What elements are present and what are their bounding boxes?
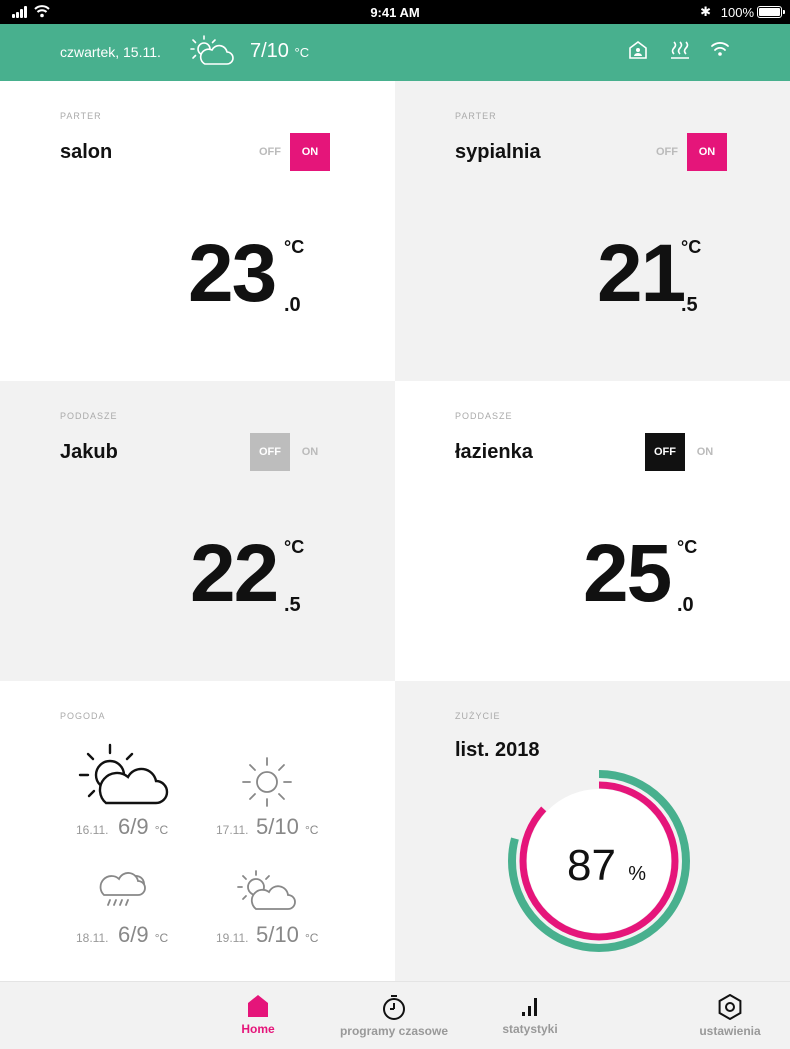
partly-cloudy-icon <box>237 870 296 910</box>
bottom-navigation: Home programy czasowe statystyki ustawie… <box>0 981 790 1049</box>
power-toggle[interactable]: OFF ON <box>250 133 330 171</box>
off-option[interactable]: OFF <box>250 133 290 171</box>
wifi-icon[interactable] <box>710 40 730 58</box>
app-header: czwartek, 15.11. 7/10 °C <box>0 24 790 81</box>
header-temperature: 7/10 °C <box>250 40 310 62</box>
sun-icon <box>242 757 292 807</box>
off-option[interactable]: OFF <box>645 433 685 471</box>
temperature-reading: 22 °C .5 <box>190 528 305 619</box>
on-option[interactable]: ON <box>685 433 725 471</box>
forecast-day: 16.11. 6/9 °C <box>76 814 169 839</box>
floor-label: PODDASZE <box>60 411 118 421</box>
header-date: czwartek, 15.11. <box>60 44 161 60</box>
floor-label: PODDASZE <box>455 411 513 421</box>
rain-cloud-icon <box>99 872 146 906</box>
on-option[interactable]: ON <box>290 133 330 171</box>
partly-cloudy-icon <box>190 35 234 65</box>
floor-label: PARTER <box>455 111 497 121</box>
room-tile-jakub[interactable]: PODDASZE Jakub OFF ON 22 °C .5 <box>0 381 395 681</box>
temperature-reading: 25 °C .0 <box>583 528 698 619</box>
room-name: łazienka <box>455 441 533 463</box>
nav-settings-label: ustawienia <box>699 1024 761 1038</box>
nav-stats[interactable]: statystyki <box>490 982 570 1049</box>
temperature-reading: 23 °C .0 <box>188 228 305 319</box>
power-toggle[interactable]: OFF ON <box>250 433 330 471</box>
room-name: Jakub <box>60 441 118 463</box>
room-tile-sypialnia[interactable]: PARTER sypialnia OFF ON 21 °C .5 <box>395 81 790 381</box>
nav-home-label: Home <box>241 1022 275 1036</box>
stopwatch-icon <box>383 995 405 1020</box>
usage-tile[interactable]: ZUŻYCIE list. 2018 87 % <box>395 681 790 981</box>
home-icon <box>248 995 268 1017</box>
forecast-day: 19.11. 5/10 °C <box>216 922 319 947</box>
usage-period: list. 2018 <box>455 739 540 761</box>
room-name: sypialnia <box>455 141 541 163</box>
temperature-reading: 21 °C .5 <box>597 228 702 319</box>
settings-hexagon-icon <box>718 994 742 1020</box>
heating-icon[interactable] <box>670 40 690 60</box>
bluetooth-icon: ✱ <box>700 4 711 19</box>
nav-stats-label: statystyki <box>502 1022 558 1036</box>
partly-cloudy-icon <box>78 743 169 805</box>
battery-icon <box>757 6 785 18</box>
room-name: salon <box>60 141 113 163</box>
nav-programs-label: programy czasowe <box>339 1024 449 1038</box>
weather-label: POGODA <box>60 711 106 721</box>
on-option[interactable]: ON <box>290 433 330 471</box>
off-option[interactable]: OFF <box>250 433 290 471</box>
forecast-day: 18.11. 6/9 °C <box>76 922 169 947</box>
room-tile-lazienka[interactable]: PODDASZE łazienka OFF ON 25 °C .0 <box>395 381 790 681</box>
usage-value: 87 % <box>567 841 646 890</box>
power-toggle[interactable]: OFF ON <box>645 433 725 471</box>
battery-percent: 100% <box>720 5 754 20</box>
nav-home[interactable]: Home <box>218 982 298 1049</box>
nav-programs[interactable]: programy czasowe <box>334 982 454 1049</box>
nav-settings[interactable]: ustawienia <box>690 982 770 1049</box>
bar-chart-icon <box>522 998 537 1016</box>
room-tile-salon[interactable]: PARTER salon OFF ON 23 °C .0 <box>0 81 395 381</box>
on-option[interactable]: ON <box>687 133 727 171</box>
floor-label: PARTER <box>60 111 102 121</box>
weather-tile[interactable]: POGODA 16.11. 6/9 °C 17.11. 5/10 °C 18.1… <box>0 681 395 981</box>
status-time: 9:41 AM <box>370 5 420 20</box>
off-option[interactable]: OFF <box>647 133 687 171</box>
usage-label: ZUŻYCIE <box>455 711 501 721</box>
home-mode-icon[interactable] <box>628 40 648 60</box>
power-toggle[interactable]: OFF ON <box>647 133 727 171</box>
status-bar: 9:41 AM ✱ 100% <box>0 0 790 24</box>
forecast-day: 17.11. 5/10 °C <box>216 814 319 839</box>
